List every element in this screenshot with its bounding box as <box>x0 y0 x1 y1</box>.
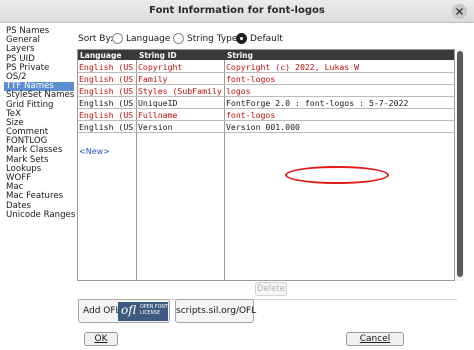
highlight-annotation <box>285 166 389 184</box>
close-icon[interactable] <box>452 4 467 19</box>
delete-button[interactable]: Delete <box>255 282 287 296</box>
table-row[interactable]: English (US) Styles (SubFamily) logos <box>78 85 454 97</box>
radio-selected-icon <box>236 33 247 44</box>
column-header-language[interactable]: Language <box>80 51 121 60</box>
ttf-names-table: Language String ID String English (US) Co… <box>77 49 455 281</box>
add-ofl-button[interactable]: Add OFL ofl OPEN FONT LICENSE <box>78 299 170 323</box>
cancel-label: Cancel <box>359 334 391 344</box>
ofl-logo-caption: OPEN FONT LICENSE <box>140 305 168 316</box>
column-header-string[interactable]: String <box>227 51 253 60</box>
title-bar: Font Information for font-logos <box>0 0 474 23</box>
ok-button[interactable]: OK <box>84 332 118 346</box>
table-row[interactable]: English (US) Copyright Copyright (c) 2022,… <box>78 61 454 73</box>
sidebar: PS Names General Layers PS UID PS Private OS/… <box>4 26 75 327</box>
table-row[interactable]: English (US) UniqueID FontForge 2.0 : font… <box>78 97 454 109</box>
ofl-logo-text: ofl <box>121 303 137 317</box>
sort-default-label: Default <box>250 34 283 44</box>
sort-language-label: Language <box>126 34 171 44</box>
add-ofl-label: Add OFL <box>83 306 121 316</box>
cancel-button[interactable]: Cancel <box>346 332 404 346</box>
sil-ofl-link-button[interactable]: scripts.sil.org/OFL <box>175 299 256 323</box>
radio-icon <box>112 33 123 44</box>
table-row[interactable]: English (US) Version Version 001.000 <box>78 121 454 133</box>
ofl-logo-icon: ofl OPEN FONT LICENSE <box>118 302 168 321</box>
vertical-scrollbar[interactable] <box>456 49 464 281</box>
table-header: Language String ID String <box>78 50 454 60</box>
table-row[interactable]: English (US) Fullname font-logos <box>78 109 454 121</box>
sidebar-item-unicode-ranges[interactable]: Unicode Ranges <box>4 210 75 220</box>
ok-label: OK <box>94 334 108 344</box>
window-title: Font Information for font-logos <box>149 5 325 16</box>
row-separator <box>78 132 454 133</box>
radio-icon <box>173 33 184 44</box>
new-entry-link[interactable]: <New> <box>79 147 110 156</box>
scrollbar-thumb[interactable] <box>457 51 463 277</box>
sort-string-type-label: String Type <box>187 34 238 44</box>
column-header-string-id[interactable]: String ID <box>139 51 177 60</box>
sort-by-label: Sort By: <box>78 34 114 44</box>
table-row[interactable]: English (US) Family font-logos <box>78 73 454 85</box>
